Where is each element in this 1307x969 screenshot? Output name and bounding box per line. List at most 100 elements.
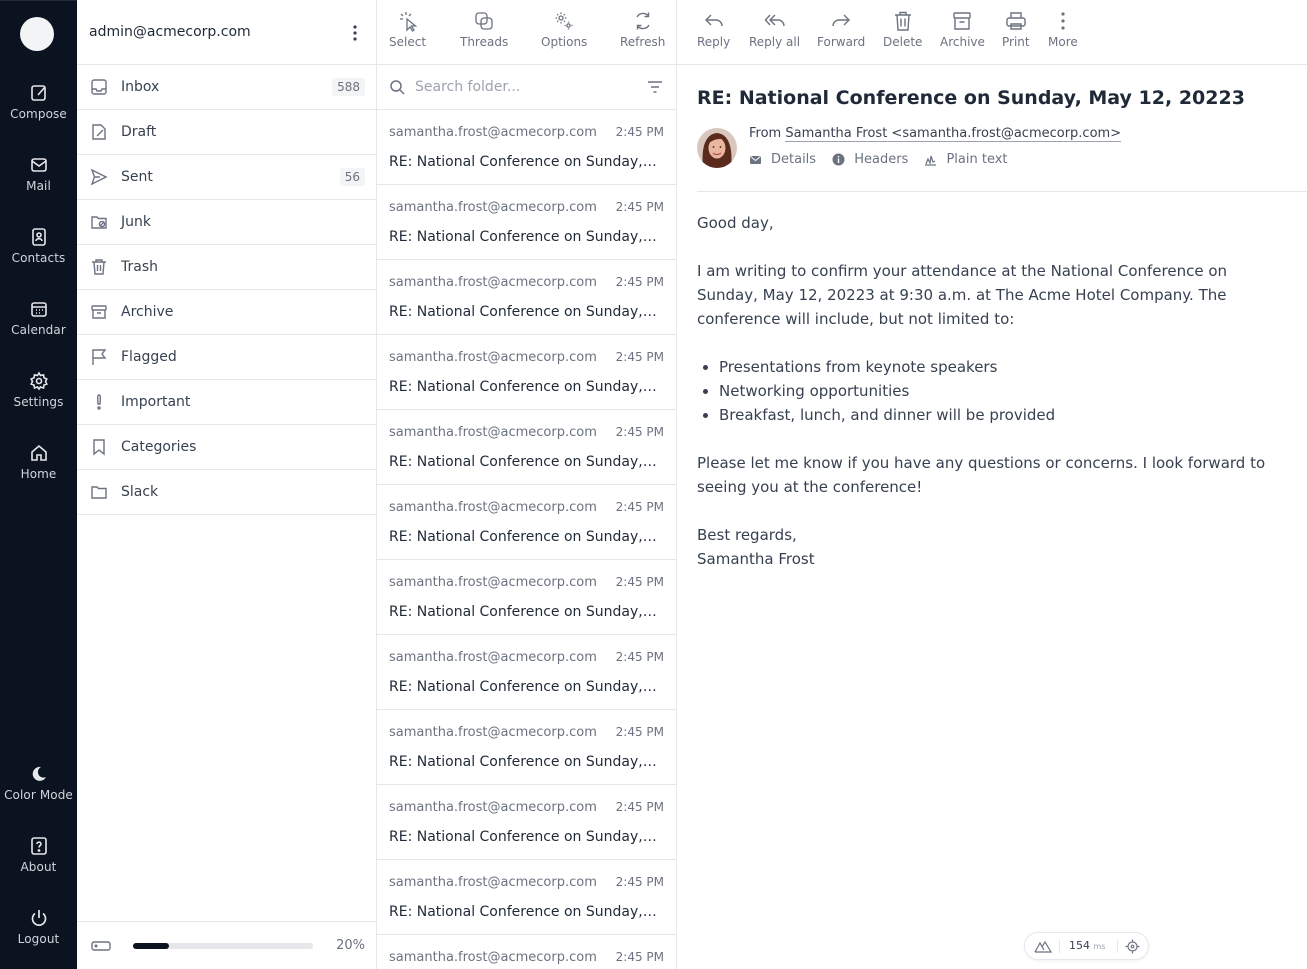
delete-button[interactable]: Delete bbox=[883, 10, 922, 49]
folder-slack[interactable]: Slack bbox=[77, 470, 377, 515]
options-label: Options bbox=[541, 35, 588, 49]
trash-icon bbox=[92, 259, 106, 275]
folder-archive[interactable]: Archive bbox=[77, 290, 377, 335]
message-row[interactable]: samantha.frost@acmecorp.com2:45 PMRE: Na… bbox=[377, 410, 676, 485]
message-row[interactable]: samantha.frost@acmecorp.com2:45 PMRE: Na… bbox=[377, 185, 676, 260]
message-time: 2:45 PM bbox=[615, 950, 664, 964]
message-subject: RE: National Conference on Sunday, May 1… bbox=[389, 454, 661, 470]
options-button[interactable]: Options bbox=[541, 10, 587, 49]
folder-label: Archive bbox=[121, 304, 174, 320]
storage-quota: 20% bbox=[77, 921, 377, 969]
gear-icon bbox=[29, 371, 48, 391]
message-row[interactable]: samantha.frost@acmecorp.com2:45 PMRE: Na… bbox=[377, 560, 676, 635]
folder-label: Sent bbox=[121, 169, 153, 185]
app-rail: Compose Mail Contacts Calendar Settings … bbox=[0, 0, 77, 969]
rail-settings[interactable]: Settings bbox=[0, 371, 77, 409]
threads-button[interactable]: Threads bbox=[460, 10, 508, 49]
rail-home[interactable]: Home bbox=[0, 443, 77, 481]
message-sender: samantha.frost@acmecorp.com bbox=[389, 350, 597, 365]
refresh-icon bbox=[636, 12, 650, 30]
quota-percent: 20% bbox=[336, 938, 365, 953]
folder-trash[interactable]: Trash bbox=[77, 245, 377, 290]
bookmark-icon bbox=[93, 439, 105, 456]
more-label: More bbox=[1048, 35, 1078, 49]
folder-categories[interactable]: Categories bbox=[77, 425, 377, 470]
rail-color-mode[interactable]: Color Mode bbox=[0, 764, 77, 802]
filter-icon[interactable] bbox=[647, 80, 663, 94]
reply-button[interactable]: Reply bbox=[697, 10, 730, 49]
rail-contacts[interactable]: Contacts bbox=[0, 227, 77, 265]
message-row[interactable]: samantha.frost@acmecorp.com2:45 PMRE: Na… bbox=[377, 935, 676, 969]
folder-inbox[interactable]: Inbox 588 bbox=[77, 65, 377, 110]
crosshair-icon[interactable] bbox=[1125, 939, 1140, 954]
threads-icon bbox=[475, 12, 493, 30]
perf-separator bbox=[1059, 940, 1060, 953]
message-row[interactable]: samantha.frost@acmecorp.com2:45 PMRE: Na… bbox=[377, 785, 676, 860]
rail-logout[interactable]: Logout bbox=[0, 908, 77, 946]
folder-search bbox=[377, 65, 676, 110]
print-button[interactable]: Print bbox=[1002, 10, 1030, 49]
message-time: 2:45 PM bbox=[615, 350, 664, 364]
pointer-click-icon bbox=[399, 12, 417, 32]
message-row[interactable]: samantha.frost@acmecorp.com2:45 PMRE: Na… bbox=[377, 485, 676, 560]
perf-value: 154 bbox=[1069, 939, 1090, 952]
search-input[interactable] bbox=[415, 76, 635, 98]
reading-pane: Reply Reply all Forward Delete Archive P… bbox=[677, 0, 1307, 969]
message-time: 2:45 PM bbox=[615, 875, 664, 889]
message-sender: samantha.frost@acmecorp.com bbox=[389, 650, 597, 665]
refresh-label: Refresh bbox=[620, 35, 666, 49]
rail-calendar[interactable]: Calendar bbox=[0, 299, 77, 337]
reply-all-button[interactable]: Reply all bbox=[749, 10, 800, 49]
more-button[interactable]: More bbox=[1048, 10, 1078, 49]
rail-compose[interactable]: Compose bbox=[0, 83, 77, 121]
email-closing: Best regards, bbox=[697, 526, 797, 544]
select-label: Select bbox=[389, 35, 427, 49]
plain-text-link[interactable]: Plain text bbox=[924, 152, 1008, 167]
details-link[interactable]: Details bbox=[749, 152, 816, 167]
from-line: From Samantha Frost <samantha.frost@acme… bbox=[749, 126, 1122, 142]
folder-junk[interactable]: Junk bbox=[77, 200, 377, 245]
message-sender: samantha.frost@acmecorp.com bbox=[389, 725, 597, 740]
email-bullet: Networking opportunities bbox=[719, 379, 1272, 403]
account-header: admin@acmecorp.com bbox=[77, 0, 377, 65]
message-subject: RE: National Conference on Sunday, May 1… bbox=[389, 529, 661, 545]
email-body: Good day, I am writing to confirm your a… bbox=[697, 211, 1272, 571]
message-time: 2:45 PM bbox=[615, 725, 664, 739]
message-row[interactable]: samantha.frost@acmecorp.com2:45 PMRE: Na… bbox=[377, 335, 676, 410]
send-icon bbox=[90, 168, 108, 186]
refresh-button[interactable]: Refresh bbox=[620, 10, 665, 49]
rail-mail[interactable]: Mail bbox=[0, 155, 77, 193]
folder-important[interactable]: Important bbox=[77, 380, 377, 425]
message-row[interactable]: samantha.frost@acmecorp.com2:45 PMRE: Na… bbox=[377, 110, 676, 185]
message-sender: samantha.frost@acmecorp.com bbox=[389, 950, 597, 965]
archive-button[interactable]: Archive bbox=[940, 10, 985, 49]
forward-button[interactable]: Forward bbox=[817, 10, 865, 49]
message-row[interactable]: samantha.frost@acmecorp.com2:45 PMRE: Na… bbox=[377, 710, 676, 785]
folder-sent[interactable]: Sent 56 bbox=[77, 155, 377, 200]
message-subject: RE: National Conference on Sunday, May 1… bbox=[389, 229, 661, 245]
kebab-menu-icon[interactable] bbox=[347, 24, 363, 42]
avatar[interactable] bbox=[20, 17, 54, 51]
rail-about[interactable]: About bbox=[0, 836, 77, 874]
sender-address[interactable]: Samantha Frost <samantha.frost@acmecorp.… bbox=[785, 126, 1122, 142]
perf-separator bbox=[1117, 940, 1118, 953]
select-button[interactable]: Select bbox=[389, 10, 426, 49]
email-greeting: Good day, bbox=[697, 214, 774, 232]
folder-flagged[interactable]: Flagged bbox=[77, 335, 377, 380]
folder-draft[interactable]: Draft bbox=[77, 110, 377, 155]
folder-label: Slack bbox=[121, 484, 159, 500]
email-bullet: Breakfast, lunch, and dinner will be pro… bbox=[719, 403, 1272, 427]
nuxt-logo-icon[interactable] bbox=[1034, 939, 1052, 953]
print-label: Print bbox=[1002, 35, 1030, 49]
folder-label: Junk bbox=[121, 214, 151, 230]
perf-unit: ms bbox=[1093, 942, 1106, 951]
message-row[interactable]: samantha.frost@acmecorp.com2:45 PMRE: Na… bbox=[377, 635, 676, 710]
draft-icon bbox=[92, 124, 106, 140]
perf-time: 154 ms bbox=[1069, 939, 1105, 952]
headers-link[interactable]: Headers bbox=[832, 152, 908, 167]
message-row[interactable]: samantha.frost@acmecorp.com2:45 PMRE: Na… bbox=[377, 860, 676, 935]
headers-label: Headers bbox=[854, 152, 909, 167]
rail-color-mode-label: Color Mode bbox=[4, 788, 73, 802]
message-row[interactable]: samantha.frost@acmecorp.com2:45 PMRE: Na… bbox=[377, 260, 676, 335]
rail-calendar-label: Calendar bbox=[11, 323, 66, 337]
